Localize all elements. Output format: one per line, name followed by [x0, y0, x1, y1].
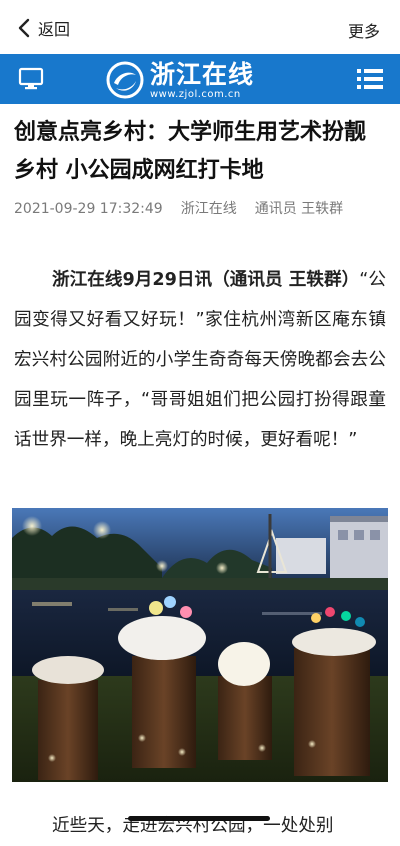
- home-indicator[interactable]: [128, 816, 270, 821]
- brand-bar: 浙江在线 www.zjol.com.cn: [0, 54, 400, 104]
- chevron-left-icon: [18, 18, 30, 38]
- article-meta: 2021-09-29 17:32:49 浙江在线 通讯员 王轶群: [14, 198, 384, 220]
- list-menu-icon[interactable]: [356, 67, 384, 91]
- back-label: 返回: [38, 20, 71, 39]
- lead-text: “公园变得又好看又好玩！”家住杭州湾新区庵东镇宏兴村公园附近的小学生奇奇每天傍晚…: [14, 270, 386, 450]
- brand-url: www.zjol.com.cn: [150, 88, 241, 100]
- park-night-illustration: [12, 508, 388, 782]
- top-nav-bar: 返回 更多: [0, 0, 400, 55]
- lead-paragraph: 浙江在线9月29日讯（通讯员 王轶群）“公园变得又好看又好玩！”家住杭州湾新区庵…: [14, 260, 386, 460]
- back-button[interactable]: 返回: [14, 16, 70, 40]
- monitor-icon[interactable]: [18, 67, 44, 91]
- article-title: 创意点亮乡村：大学师生用艺术扮靓乡村 小公园成网红打卡地: [14, 120, 367, 183]
- article-author: 通讯员 王轶群: [254, 201, 344, 217]
- site-logo[interactable]: 浙江在线 www.zjol.com.cn: [106, 59, 254, 101]
- lead-dateline: 浙江在线9月29日讯（通讯员 王轶群）: [52, 270, 360, 290]
- more-button[interactable]: 更多: [348, 18, 380, 42]
- article-date: 2021-09-29 17:32:49: [14, 201, 163, 217]
- article-source: 浙江在线: [180, 201, 237, 217]
- article-photo[interactable]: [12, 508, 388, 782]
- brand-name: 浙江在线: [150, 59, 255, 89]
- zjol-logo-icon: [106, 61, 144, 99]
- next-paragraph: 近些天，走进宏兴村公园，一处处别: [52, 816, 334, 836]
